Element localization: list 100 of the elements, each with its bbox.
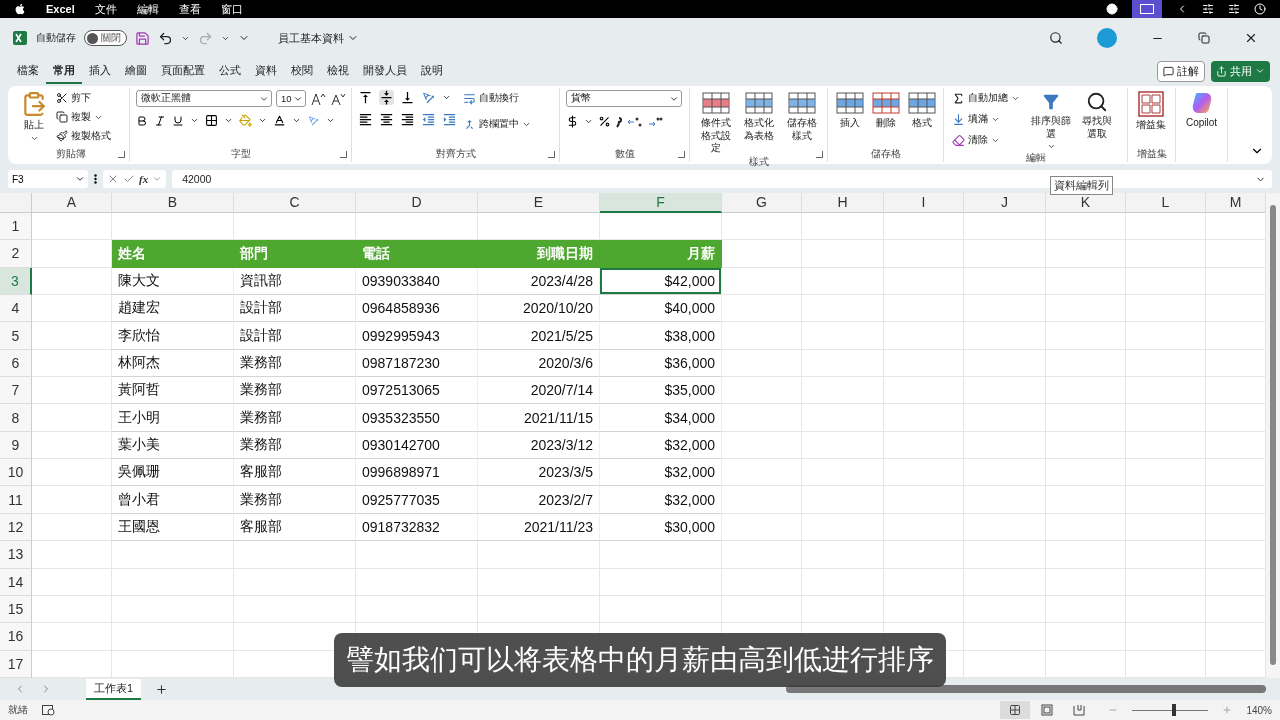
empty-cell[interactable]	[1046, 486, 1126, 514]
column-header[interactable]: E	[478, 193, 600, 213]
empty-cell[interactable]	[964, 212, 1046, 241]
fill-button[interactable]: 填滿	[950, 111, 1022, 127]
ribbon-tab[interactable]: 繪圖	[118, 58, 154, 84]
dialog-launcher-icon[interactable]	[678, 151, 685, 158]
dialog-launcher-icon[interactable]	[816, 151, 823, 158]
clipboard-icon[interactable]	[21, 91, 47, 117]
empty-cell[interactable]	[884, 267, 964, 295]
empty-cell[interactable]	[1126, 349, 1206, 378]
paste-button[interactable]: 貼上	[18, 90, 50, 144]
empty-cell[interactable]	[964, 349, 1046, 378]
row-header[interactable]: 6	[0, 349, 32, 378]
dialog-launcher-icon[interactable]	[340, 151, 347, 158]
row-header[interactable]: 16	[0, 623, 32, 651]
empty-cell[interactable]	[964, 404, 1046, 432]
dialog-launcher-icon[interactable]	[548, 151, 555, 158]
empty-cell[interactable]	[964, 541, 1046, 569]
empty-cell[interactable]	[356, 568, 478, 596]
empty-cell[interactable]	[884, 541, 964, 569]
empty-cell[interactable]	[964, 623, 1046, 651]
empty-cell[interactable]	[1046, 431, 1126, 460]
empty-cell[interactable]	[1046, 377, 1126, 405]
close-icon[interactable]	[1244, 31, 1258, 45]
empty-cell[interactable]	[1046, 650, 1126, 678]
row-header[interactable]: 5	[0, 322, 32, 350]
cancel-icon[interactable]	[107, 173, 119, 185]
empty-cell[interactable]	[1126, 541, 1206, 569]
row-header[interactable]: 12	[0, 513, 32, 542]
share-icon[interactable]	[1216, 65, 1227, 77]
empty-cell[interactable]	[1046, 294, 1126, 323]
align-middle-icon[interactable]	[379, 90, 394, 105]
empty-cell[interactable]	[1046, 322, 1126, 350]
increase-indent-icon[interactable]	[442, 112, 457, 127]
record-icon[interactable]	[1106, 3, 1118, 15]
empty-cell[interactable]	[722, 541, 802, 569]
dialog-launcher-icon[interactable]	[118, 151, 125, 158]
empty-cell[interactable]	[802, 513, 884, 542]
copy-button[interactable]: 複製	[54, 109, 113, 125]
document-title[interactable]: 員工基本資料	[278, 30, 359, 46]
accessibility-icon[interactable]	[42, 704, 55, 716]
empty-cell[interactable]	[884, 513, 964, 542]
empty-cell[interactable]	[234, 568, 356, 596]
save-icon[interactable]	[135, 30, 150, 46]
row-header[interactable]: 11	[0, 486, 32, 514]
scissors-icon[interactable]	[56, 92, 68, 104]
empty-cell[interactable]	[1046, 541, 1126, 569]
ribbon-tab[interactable]: 插入	[82, 58, 118, 84]
font-color-icon[interactable]	[273, 114, 286, 127]
empty-cell[interactable]	[802, 541, 884, 569]
scrollbar-thumb[interactable]	[1270, 205, 1276, 665]
empty-cell[interactable]	[964, 431, 1046, 460]
copy-icon[interactable]	[56, 111, 68, 123]
clear-button[interactable]: 清除	[950, 132, 1022, 148]
clock-icon[interactable]	[1254, 3, 1266, 15]
column-header[interactable]: L	[1126, 193, 1206, 213]
empty-cell[interactable]	[112, 595, 234, 624]
cut-button[interactable]: 剪下	[54, 90, 113, 106]
menu-item[interactable]: 文件	[94, 1, 117, 17]
empty-cell[interactable]	[964, 240, 1046, 268]
column-header[interactable]: G	[722, 193, 802, 213]
empty-cell[interactable]	[1046, 267, 1126, 295]
empty-cell[interactable]	[1046, 240, 1126, 268]
caret-icon[interactable]	[190, 116, 199, 125]
empty-cell[interactable]	[1126, 267, 1206, 295]
empty-cell[interactable]	[802, 568, 884, 596]
page-break-icon[interactable]	[1073, 704, 1086, 716]
empty-cell[interactable]	[1046, 459, 1126, 487]
empty-cell[interactable]	[802, 377, 884, 405]
row-header[interactable]: 7	[0, 377, 32, 405]
empty-cell[interactable]	[884, 322, 964, 350]
empty-cell[interactable]	[884, 240, 964, 268]
ribbon-button[interactable]: 格式	[906, 90, 938, 131]
ribbon-tab[interactable]: 檔案	[10, 58, 46, 84]
empty-cell[interactable]	[884, 294, 964, 323]
caret-icon[interactable]	[75, 174, 85, 184]
empty-cell[interactable]	[478, 595, 600, 624]
menu-item[interactable]: 查看	[178, 1, 201, 17]
fill-down-icon[interactable]	[952, 112, 965, 126]
borders-icon[interactable]	[205, 114, 218, 127]
empty-cell[interactable]	[1046, 349, 1126, 378]
align-right-icon[interactable]	[400, 112, 415, 127]
empty-cell[interactable]	[1126, 486, 1206, 514]
empty-cell[interactable]	[1046, 212, 1126, 241]
column-header[interactable]: H	[802, 193, 884, 213]
empty-cell[interactable]	[234, 595, 356, 624]
empty-cell[interactable]	[356, 541, 478, 569]
font-size-dropdown[interactable]: 10	[276, 90, 306, 107]
empty-cell[interactable]	[1126, 377, 1206, 405]
column-header[interactable]: M	[1206, 193, 1266, 213]
empty-cell[interactable]	[964, 486, 1046, 514]
empty-cell[interactable]	[802, 212, 884, 241]
horizontal-scrollbar[interactable]	[786, 685, 1266, 693]
empty-cell[interactable]	[1126, 650, 1206, 678]
comment-icon[interactable]	[1163, 65, 1174, 77]
empty-cell[interactable]	[1126, 404, 1206, 432]
empty-cell[interactable]	[964, 568, 1046, 596]
empty-cell[interactable]	[1126, 623, 1206, 651]
empty-cell[interactable]	[802, 595, 884, 624]
align-left-icon[interactable]	[358, 112, 373, 127]
